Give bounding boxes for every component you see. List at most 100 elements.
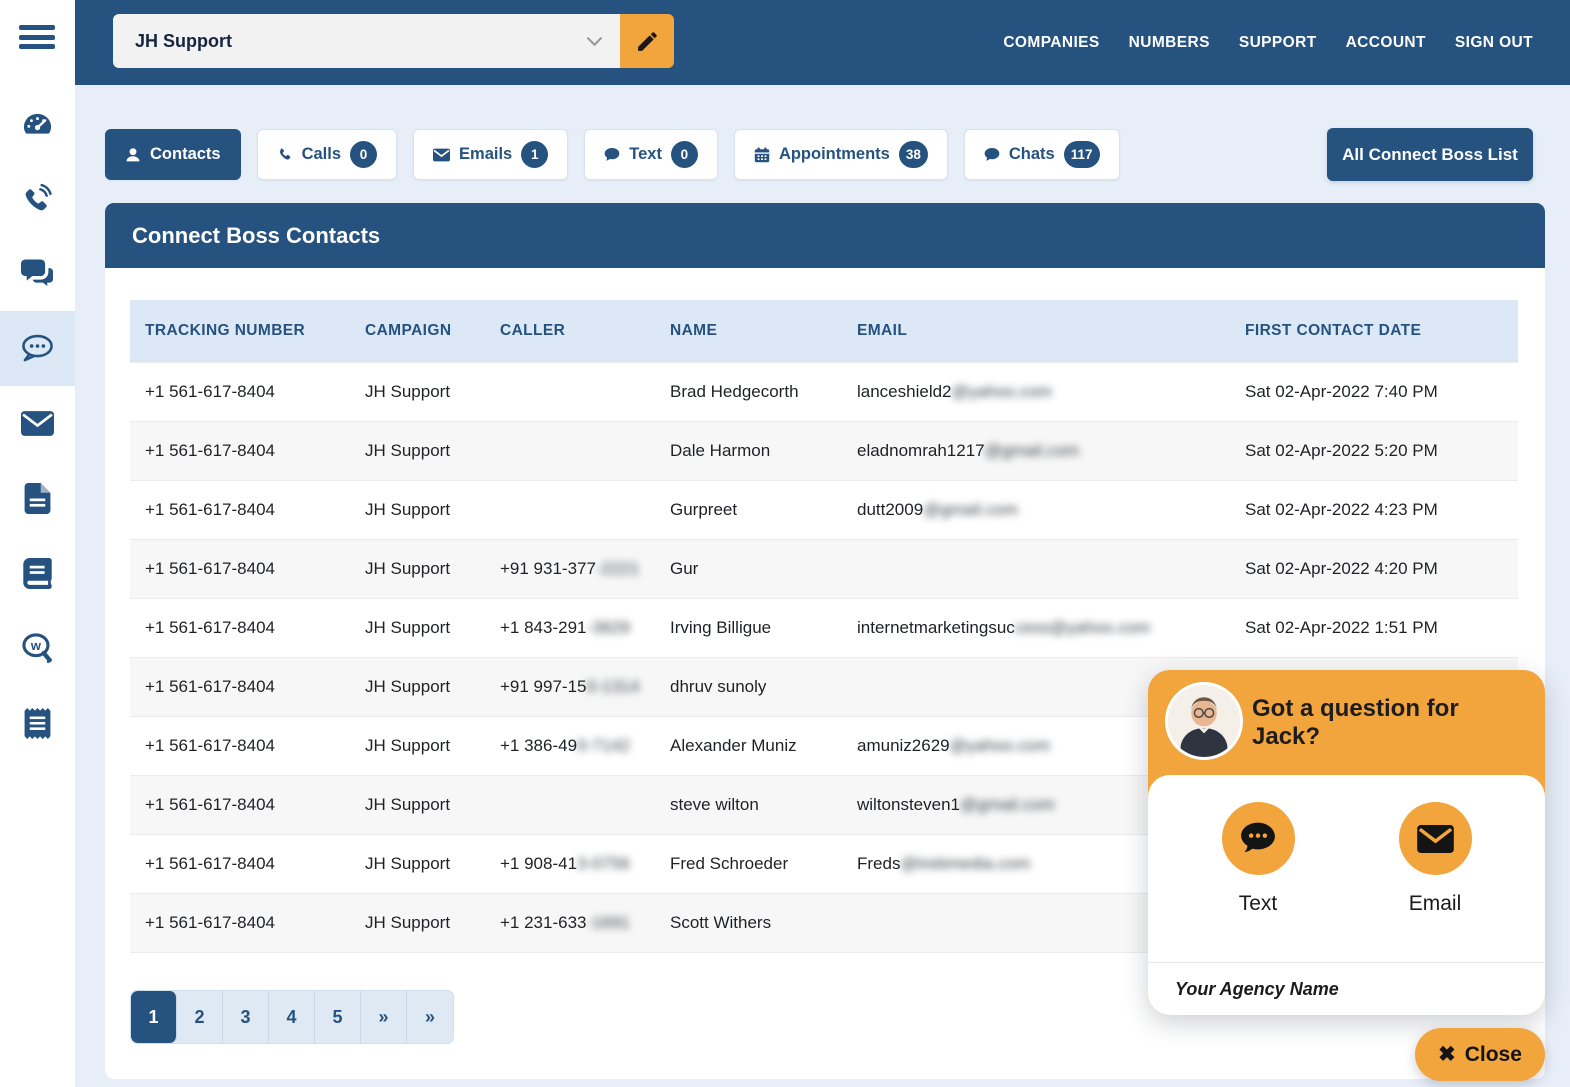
- cell-campaign: JH Support: [350, 421, 485, 480]
- cell-email: dutt2009@gmail.com: [842, 480, 1230, 539]
- tab-label: Appointments: [779, 145, 890, 164]
- cell-name: Scott Withers: [655, 893, 842, 952]
- record-type-tabs: Contacts Calls 0 Emails 1 Text 0 Appoint…: [105, 129, 1120, 180]
- cell-caller: +1 908-413-0756: [485, 834, 655, 893]
- envelope-icon: [21, 408, 54, 439]
- phone-icon: [277, 147, 293, 163]
- comment-icon: [604, 147, 620, 162]
- widget-text-button[interactable]: Text: [1222, 802, 1295, 916]
- pagination-page[interactable]: 5: [315, 991, 361, 1043]
- cell-name: Gur: [655, 539, 842, 598]
- pagination-page[interactable]: 3: [223, 991, 269, 1043]
- cell-first-contact-date: Sat 02-Apr-2022 4:23 PM: [1230, 480, 1518, 539]
- edit-company-button[interactable]: [620, 14, 674, 68]
- cell-campaign: JH Support: [350, 362, 485, 421]
- cell-caller: +1 231-633-1691: [485, 893, 655, 952]
- close-x-icon: ✖: [1438, 1042, 1456, 1067]
- cell-name: Fred Schroeder: [655, 834, 842, 893]
- tab-emails[interactable]: Emails 1: [413, 129, 568, 180]
- cell-email: internetmarketingsuccess@yahoo.com: [842, 598, 1230, 657]
- cell-name: Gurpreet: [655, 480, 842, 539]
- sidebar-item-text-messages[interactable]: [0, 311, 75, 386]
- sidebar-item-emails[interactable]: [0, 386, 75, 461]
- cell-campaign: JH Support: [350, 893, 485, 952]
- sidebar: w: [0, 0, 75, 1087]
- tab-label: Contacts: [150, 145, 221, 164]
- nav-numbers[interactable]: NUMBERS: [1129, 34, 1210, 52]
- sidebar-item-chats[interactable]: [0, 236, 75, 311]
- tab-appointments[interactable]: Appointments 38: [734, 129, 948, 180]
- pagination-page[interactable]: 2: [177, 991, 223, 1043]
- cell-first-contact-date: Sat 02-Apr-2022 7:40 PM: [1230, 362, 1518, 421]
- cell-tracking-number: +1 561-617-8404: [130, 657, 350, 716]
- chat-widget-title: Got a question for Jack?: [1252, 670, 1531, 775]
- tab-contacts[interactable]: Contacts: [105, 129, 241, 180]
- cell-caller: +91 931-377-2221: [485, 539, 655, 598]
- tab-count-badge: 117: [1064, 141, 1100, 168]
- col-campaign: CAMPAIGN: [350, 300, 485, 362]
- tab-chats[interactable]: Chats 117: [964, 129, 1120, 180]
- cell-campaign: JH Support: [350, 598, 485, 657]
- cell-tracking-number: +1 561-617-8404: [130, 834, 350, 893]
- sidebar-item-directory[interactable]: [0, 536, 75, 611]
- widget-text-label: Text: [1239, 892, 1278, 916]
- pagination-page[interactable]: 4: [269, 991, 315, 1043]
- pagination-page[interactable]: »: [361, 991, 407, 1043]
- pagination-page[interactable]: 1: [131, 991, 177, 1043]
- envelope-icon: [1399, 802, 1472, 875]
- tab-label: Calls: [302, 145, 341, 164]
- top-navigation: COMPANIES NUMBERS SUPPORT ACCOUNT SIGN O…: [1003, 0, 1533, 85]
- col-email: EMAIL: [842, 300, 1230, 362]
- cell-email: eladnomrah1217@gmail.com: [842, 421, 1230, 480]
- sidebar-item-documents[interactable]: [0, 461, 75, 536]
- cell-name: dhruv sunoly: [655, 657, 842, 716]
- cell-caller: [485, 775, 655, 834]
- sidebar-item-dashboard[interactable]: [0, 86, 75, 161]
- widget-close-button[interactable]: ✖ Close: [1415, 1028, 1545, 1081]
- dashboard-gauge-icon: [21, 108, 54, 139]
- pagination-page[interactable]: »: [407, 991, 453, 1043]
- table-row: +1 561-617-8404 JH Support +91 931-377-2…: [130, 539, 1518, 598]
- cell-campaign: JH Support: [350, 539, 485, 598]
- table-row: +1 561-617-8404 JH Support +1 843-291-38…: [130, 598, 1518, 657]
- widget-agency-name: Your Agency Name: [1148, 962, 1545, 1015]
- nav-sign-out[interactable]: SIGN OUT: [1455, 34, 1533, 52]
- tab-calls[interactable]: Calls 0: [257, 129, 397, 180]
- cell-caller: +1 843-291-3829: [485, 598, 655, 657]
- phone-volume-icon: [21, 183, 54, 214]
- chat-widget: Got a question for Jack? Text Email Your…: [1148, 670, 1545, 1015]
- sidebar-item-calls[interactable]: [0, 161, 75, 236]
- close-label: Close: [1465, 1043, 1522, 1067]
- sidebar-item-keyword-search[interactable]: w: [0, 611, 75, 686]
- cell-tracking-number: +1 561-617-8404: [130, 893, 350, 952]
- jack-photo-image: [1168, 685, 1240, 757]
- tab-text[interactable]: Text 0: [584, 129, 718, 180]
- user-icon: [125, 147, 141, 163]
- cell-tracking-number: +1 561-617-8404: [130, 421, 350, 480]
- cell-tracking-number: +1 561-617-8404: [130, 362, 350, 421]
- cell-tracking-number: +1 561-617-8404: [130, 480, 350, 539]
- cell-caller: [485, 421, 655, 480]
- company-select-dropdown[interactable]: JH Support: [113, 14, 620, 68]
- tab-count-badge: 38: [899, 141, 928, 168]
- cell-first-contact-date: Sat 02-Apr-2022 5:20 PM: [1230, 421, 1518, 480]
- nav-account[interactable]: ACCOUNT: [1346, 34, 1426, 52]
- nav-companies[interactable]: COMPANIES: [1003, 34, 1099, 52]
- pagination: 12345»»: [130, 990, 454, 1044]
- nav-support[interactable]: SUPPORT: [1239, 34, 1317, 52]
- keyword-search-icon: w: [21, 633, 54, 664]
- hamburger-menu-icon[interactable]: [19, 25, 55, 54]
- receipt-icon: [21, 708, 54, 739]
- cell-email: [842, 539, 1230, 598]
- sidebar-item-billing[interactable]: [0, 686, 75, 761]
- cell-campaign: JH Support: [350, 834, 485, 893]
- widget-email-button[interactable]: Email: [1399, 802, 1472, 916]
- cell-campaign: JH Support: [350, 657, 485, 716]
- cell-caller: [485, 362, 655, 421]
- comment-dots-icon: [21, 333, 54, 364]
- cell-campaign: JH Support: [350, 716, 485, 775]
- all-connect-boss-list-button[interactable]: All Connect Boss List: [1327, 128, 1533, 181]
- cell-caller: [485, 480, 655, 539]
- cell-first-contact-date: Sat 02-Apr-2022 4:20 PM: [1230, 539, 1518, 598]
- widget-email-label: Email: [1409, 892, 1462, 916]
